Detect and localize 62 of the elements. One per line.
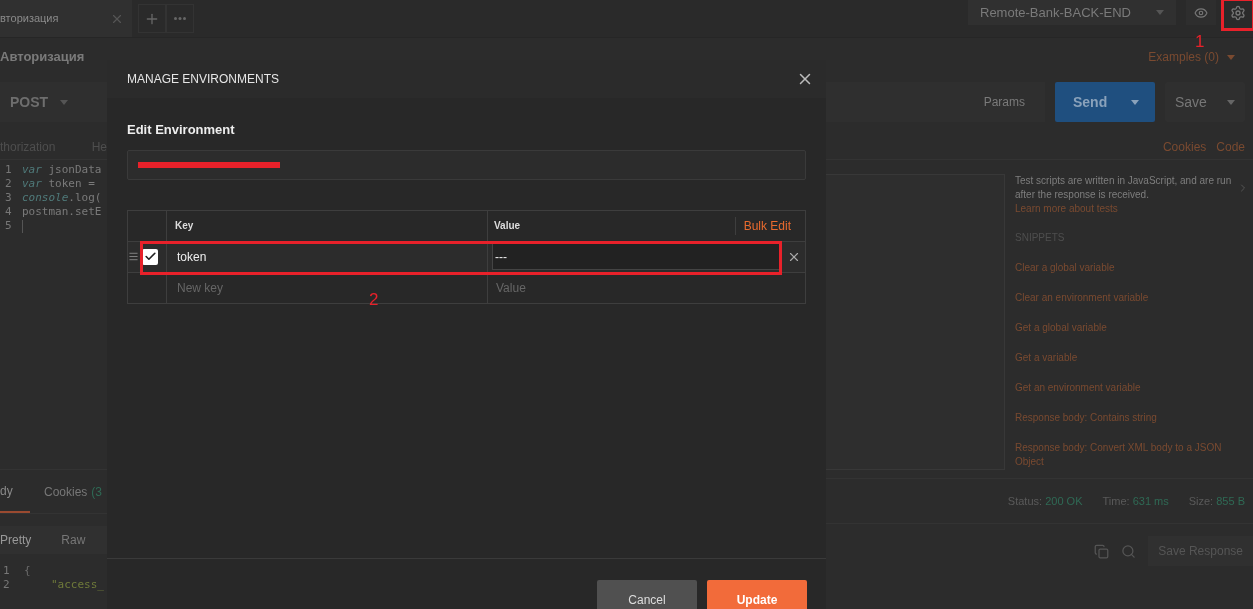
snippet-link[interactable]: Get a variable xyxy=(1015,351,1237,365)
caret-icon xyxy=(60,99,69,105)
text-cursor xyxy=(22,219,23,233)
header-link[interactable]: Code xyxy=(1216,138,1245,156)
snippet-link[interactable]: Clear an environment variable xyxy=(1015,291,1237,305)
snippet-link[interactable]: Response body: Contains string xyxy=(1015,411,1237,425)
environment-name-field[interactable] xyxy=(127,149,806,180)
line-number: 1 xyxy=(2,564,11,578)
new-value-field[interactable]: Value xyxy=(496,278,526,297)
update-button[interactable]: Update xyxy=(707,580,807,609)
snippet-link[interactable]: Response body: Convert XML body to a JSON Object xyxy=(1015,441,1237,469)
code-line: var token = xyxy=(22,177,95,191)
request-tab[interactable]: вторизация xyxy=(0,0,132,37)
line-number: 4 xyxy=(4,205,13,219)
snippets-description: Test scripts are written in JavaScript, and are run after the response is received. xyxy=(1015,174,1233,202)
response-tab[interactable]: Cookies (3 xyxy=(44,470,103,513)
column-header: Value xyxy=(494,219,521,233)
check-icon xyxy=(143,250,157,263)
code-line: "access_ xyxy=(50,578,104,592)
new-key-field[interactable]: New key xyxy=(177,278,223,297)
section-title: Edit Environment xyxy=(127,121,236,139)
new-tab-button[interactable] xyxy=(138,4,166,33)
caret-icon xyxy=(1227,54,1235,60)
line-number: 2 xyxy=(2,578,11,592)
caret-icon xyxy=(1156,10,1164,15)
view-tab[interactable]: Raw xyxy=(61,531,86,549)
code-line: postman.setE xyxy=(22,205,102,219)
code-line: var jsonData xyxy=(22,163,102,177)
environment-dropdown[interactable]: Remote-Bank-BACK-END xyxy=(968,0,1176,25)
search-icon[interactable] xyxy=(1121,543,1137,559)
line-number: 3 xyxy=(4,191,13,205)
line-number: 1 xyxy=(4,163,13,177)
drag-handle-icon[interactable] xyxy=(128,251,139,262)
eye-button[interactable] xyxy=(1186,0,1216,25)
annotation-number: 2 xyxy=(369,288,379,311)
key-cell[interactable]: token xyxy=(177,247,207,266)
send-button[interactable]: Send xyxy=(1055,82,1155,122)
value-field[interactable]: --- xyxy=(492,243,781,270)
learn-more-link[interactable]: Learn more about tests xyxy=(1015,202,1237,216)
response-tab[interactable]: dy xyxy=(0,470,30,513)
bulk-edit-link[interactable]: Bulk Edit xyxy=(734,216,791,235)
code-line: { xyxy=(24,564,31,578)
snippet-link[interactable]: Clear a global variable xyxy=(1015,261,1237,275)
code-line: console.log( xyxy=(22,191,102,205)
snippet-link[interactable]: Get an environment variable xyxy=(1015,381,1237,395)
highlight-frame xyxy=(1221,0,1253,31)
eye-icon xyxy=(1194,5,1208,20)
caret-icon xyxy=(1131,99,1139,105)
cancel-button[interactable]: Cancel xyxy=(597,580,697,609)
caret-icon xyxy=(1227,99,1235,105)
view-tab[interactable]: Pretty xyxy=(0,531,32,549)
request-title: Авторизация xyxy=(0,48,85,67)
column-header: Key xyxy=(175,219,194,233)
copy-icon[interactable] xyxy=(1094,543,1110,559)
more-button[interactable] xyxy=(166,4,194,33)
modal-title: MANAGE ENVIRONMENTS xyxy=(127,71,279,88)
line-number: 2 xyxy=(4,177,13,191)
snippet-link[interactable]: Get a global variable xyxy=(1015,321,1237,335)
line-number: 5 xyxy=(4,219,13,233)
header-link[interactable]: Cookies xyxy=(1162,138,1207,156)
more-icon xyxy=(174,17,186,20)
settings-icon xyxy=(1230,4,1246,21)
